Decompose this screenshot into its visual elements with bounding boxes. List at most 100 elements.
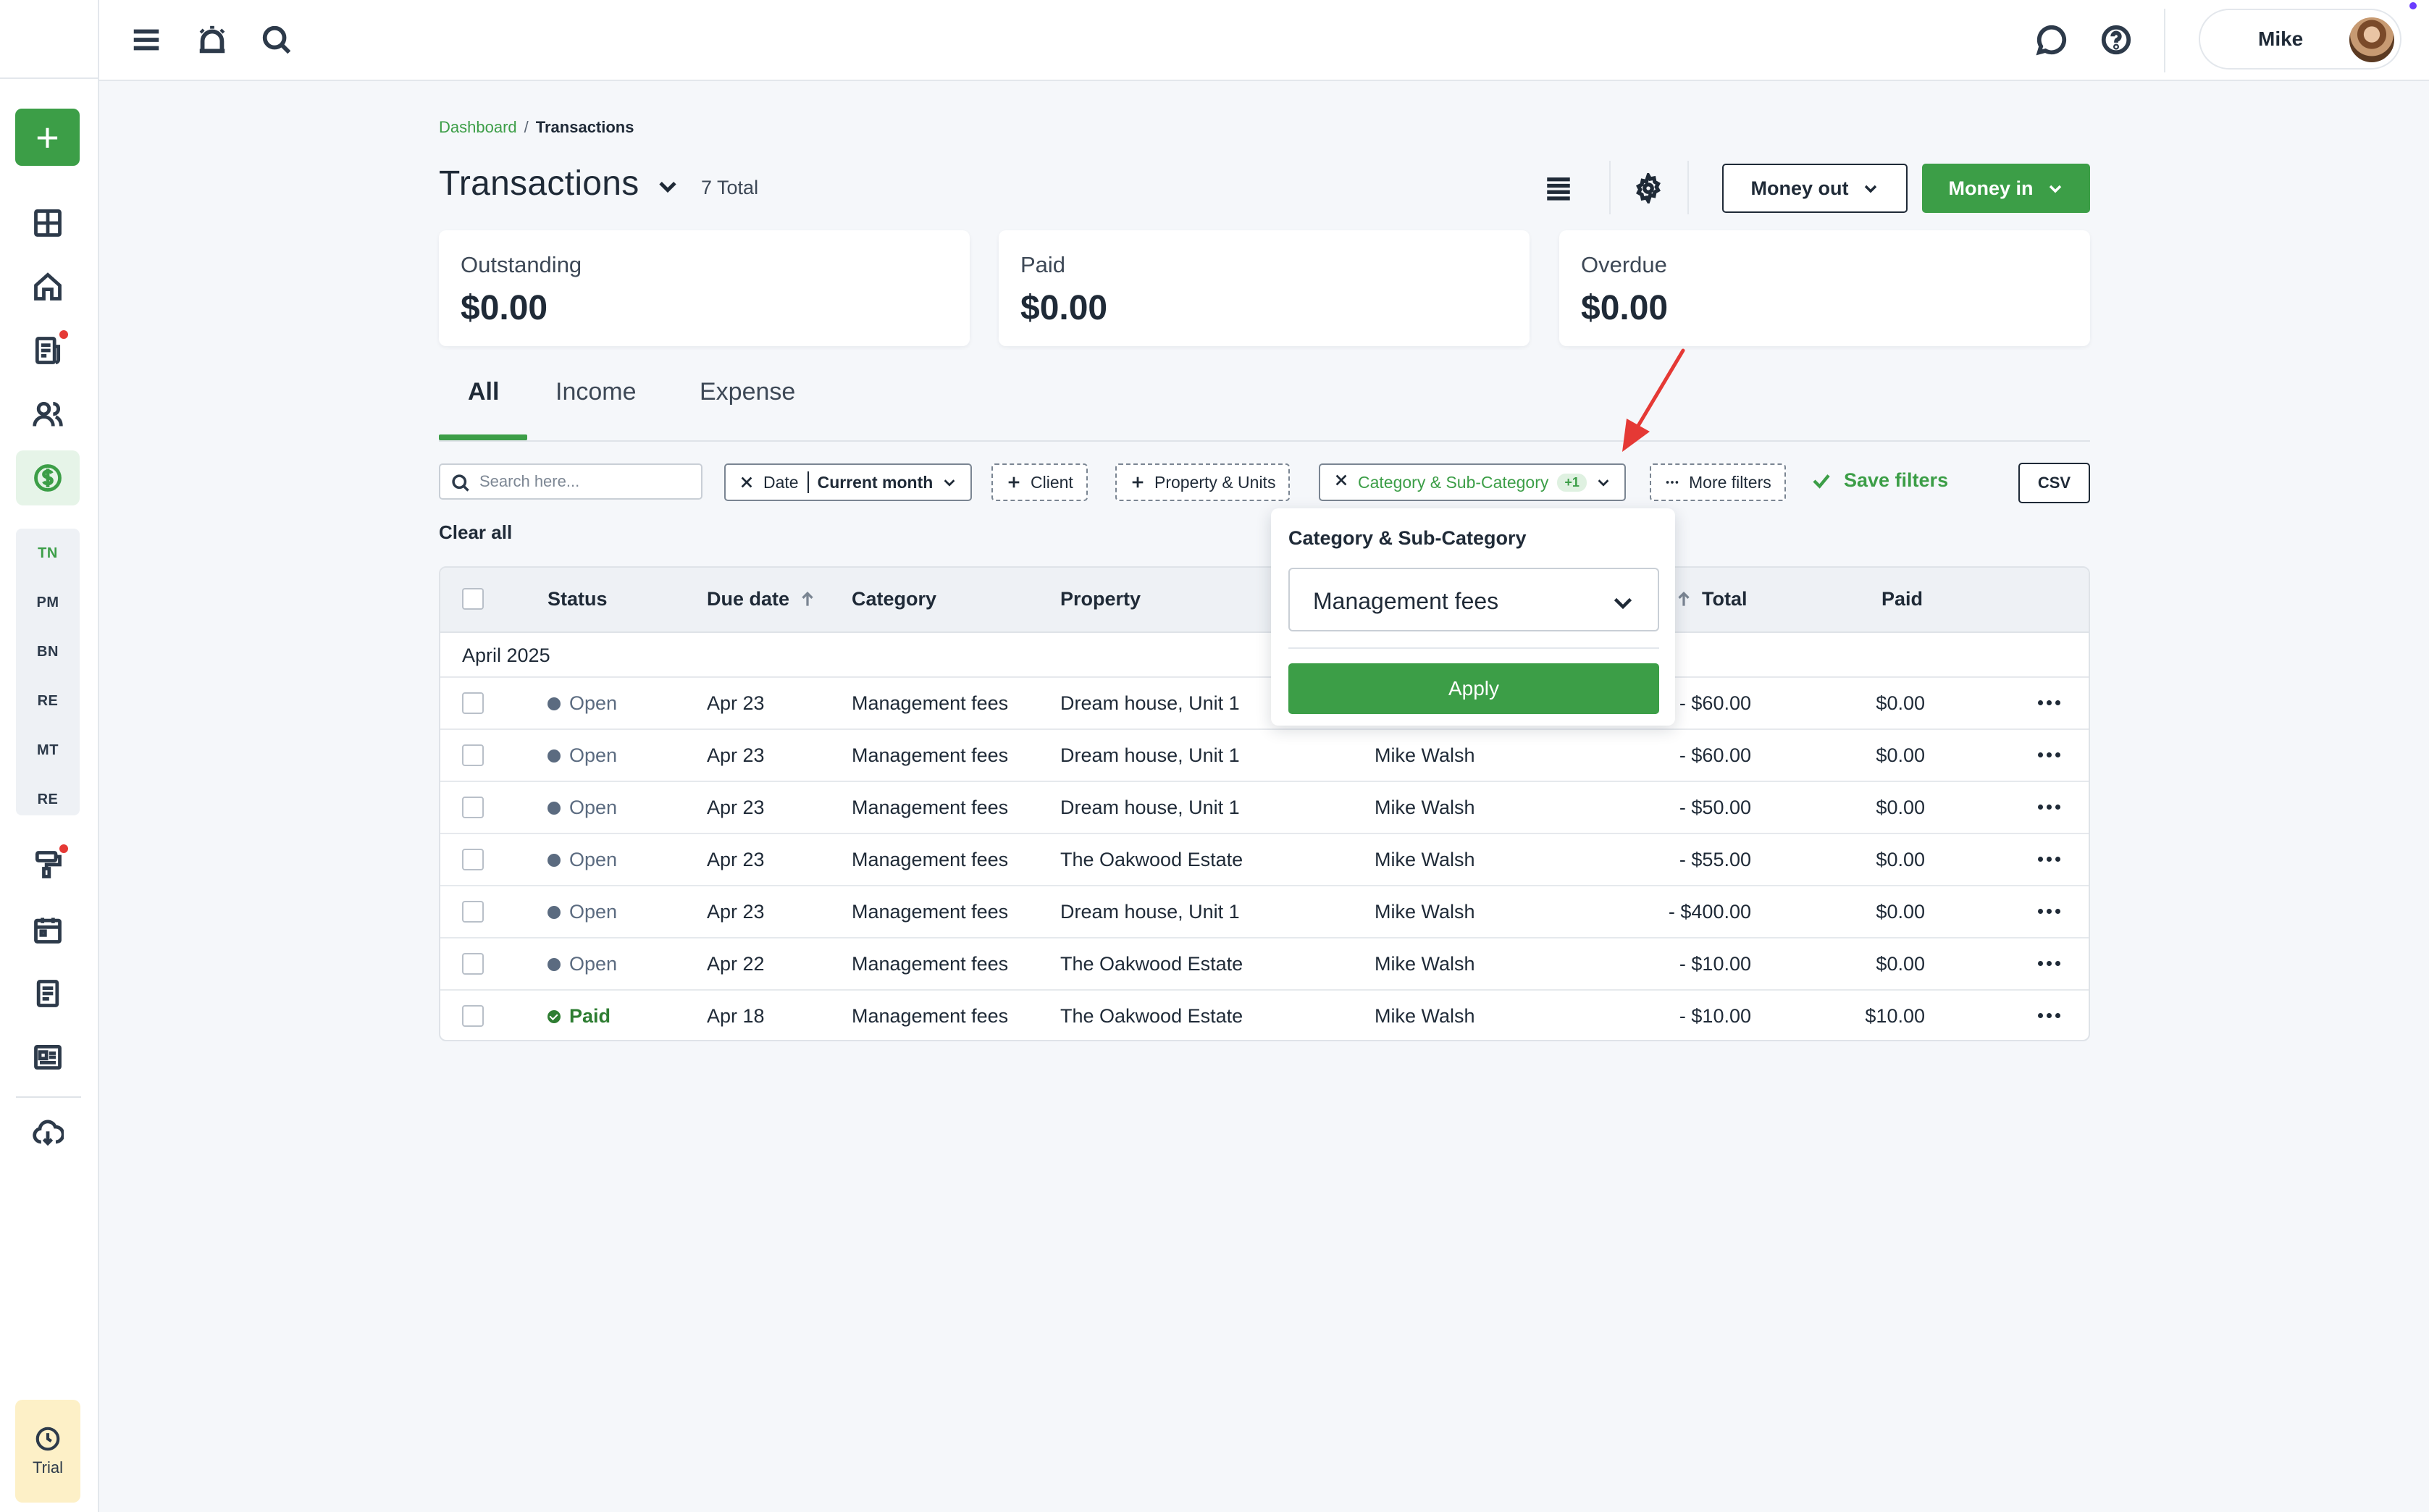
- csv-export-button[interactable]: CSV: [2018, 463, 2090, 503]
- money-in-label: Money in: [1948, 177, 2034, 199]
- close-icon[interactable]: [1333, 472, 1349, 488]
- select-all-checkbox[interactable]: [462, 588, 484, 610]
- people-icon[interactable]: [26, 392, 70, 436]
- property-filter-chip[interactable]: Property & Units: [1115, 463, 1291, 501]
- apply-button[interactable]: Apply: [1288, 663, 1659, 714]
- category-cell: Management fees: [852, 1005, 1009, 1027]
- row-checkbox[interactable]: [462, 692, 484, 714]
- help-icon[interactable]: [2094, 17, 2139, 62]
- column-status[interactable]: Status: [548, 588, 608, 610]
- settings-gear-icon[interactable]: [1627, 167, 1670, 210]
- menu-icon[interactable]: [124, 17, 169, 62]
- row-checkbox[interactable]: [462, 953, 484, 975]
- status-badge: Open: [548, 692, 617, 715]
- category-select[interactable]: Management fees: [1288, 568, 1659, 631]
- clear-all-link[interactable]: Clear all: [439, 521, 512, 544]
- column-category[interactable]: Category: [852, 588, 936, 610]
- title-chevron-down-icon[interactable]: [655, 174, 680, 198]
- list-view-icon[interactable]: [1537, 167, 1580, 210]
- tab-expense[interactable]: Expense: [700, 378, 795, 406]
- tab-all[interactable]: All: [468, 378, 499, 406]
- sidebar-sub-item[interactable]: TN: [16, 529, 80, 578]
- money-in-button[interactable]: Money in: [1922, 164, 2090, 213]
- status-badge: Open: [548, 901, 617, 923]
- category-filter-label: Category & Sub-Category: [1358, 472, 1549, 492]
- paid-cell: $0.00: [1876, 849, 1925, 870]
- due-date-cell: Apr 23: [707, 692, 765, 714]
- row-more-actions-icon[interactable]: [2038, 956, 2067, 970]
- property-cell: The Oakwood Estate: [1060, 849, 1243, 870]
- search-icon[interactable]: [254, 17, 299, 62]
- date-filter-chip[interactable]: Date Current month: [724, 463, 973, 501]
- breadcrumb-dashboard[interactable]: Dashboard: [439, 118, 517, 136]
- table-row[interactable]: Open Apr 23 Management fees Dream house, Un…: [440, 730, 2089, 782]
- sidebar-sub-item[interactable]: PM: [16, 578, 80, 627]
- close-icon[interactable]: [739, 474, 755, 490]
- table-row[interactable]: Open Apr 23 Management fees Dream house, Un…: [440, 782, 2089, 834]
- trial-button[interactable]: Trial: [15, 1400, 80, 1503]
- money-out-button[interactable]: Money out: [1722, 164, 1908, 213]
- card-value: $0.00: [461, 289, 548, 327]
- reports-icon[interactable]: [26, 1036, 70, 1079]
- table-row[interactable]: Open Apr 23 Management fees Dream house, Un…: [440, 678, 2089, 730]
- row-checkbox[interactable]: [462, 744, 484, 766]
- row-more-actions-icon[interactable]: [2038, 799, 2067, 814]
- property-cell: Dream house, Unit 1: [1060, 692, 1240, 714]
- user-menu[interactable]: Mike: [2199, 9, 2401, 70]
- chip-divider: [807, 471, 809, 493]
- total-cell: - $60.00: [1679, 744, 1751, 766]
- more-filters-chip[interactable]: More filters: [1650, 463, 1786, 501]
- row-more-actions-icon[interactable]: [2038, 747, 2067, 762]
- table-row[interactable]: Open Apr 22 Management fees The Oakwood Est…: [440, 938, 2089, 991]
- home-icon[interactable]: [26, 265, 70, 308]
- search-input[interactable]: [479, 469, 694, 494]
- header-divider: [1687, 161, 1689, 214]
- category-cell: Management fees: [852, 953, 1009, 975]
- table-row[interactable]: Paid Apr 18 Management fees The Oakwood Est…: [440, 991, 2089, 1040]
- sidebar-sub-item[interactable]: MT: [16, 726, 80, 775]
- client-filter-chip[interactable]: Client: [991, 463, 1088, 501]
- chat-icon[interactable]: [2029, 17, 2074, 62]
- row-checkbox[interactable]: [462, 849, 484, 870]
- sidebar-sub-item[interactable]: RE: [16, 676, 80, 726]
- row-checkbox[interactable]: [462, 1005, 484, 1027]
- category-filter-popover: Category & Sub-Category Management fees …: [1271, 508, 1675, 726]
- column-property[interactable]: Property: [1060, 588, 1141, 610]
- sidebar-divider: [16, 1096, 81, 1098]
- property-cell: The Oakwood Estate: [1060, 953, 1243, 975]
- notifications-icon[interactable]: [190, 17, 235, 62]
- notes-icon[interactable]: [26, 972, 70, 1015]
- row-checkbox[interactable]: [462, 901, 484, 923]
- column-due-date[interactable]: Due date: [707, 588, 817, 610]
- dashboard-icon[interactable]: [26, 201, 70, 245]
- paid-cell: $0.00: [1876, 692, 1925, 714]
- row-more-actions-icon[interactable]: [2038, 1008, 2067, 1022]
- category-count-badge: +1: [1557, 473, 1587, 492]
- row-more-actions-icon[interactable]: [2038, 695, 2067, 710]
- category-filter-chip[interactable]: Category & Sub-Category +1: [1319, 463, 1626, 501]
- column-total[interactable]: Total: [1674, 588, 1748, 610]
- add-button[interactable]: +: [15, 109, 80, 166]
- tab-income[interactable]: Income: [555, 378, 637, 406]
- download-icon[interactable]: [26, 1112, 70, 1156]
- table-row[interactable]: Open Apr 23 Management fees Dream house, Un…: [440, 886, 2089, 938]
- table-row[interactable]: Open Apr 23 Management fees The Oakwood Est…: [440, 834, 2089, 886]
- leases-alert-dot: [59, 330, 68, 339]
- sidebar-sub-item[interactable]: RE: [16, 775, 80, 824]
- property-cell: The Oakwood Estate: [1060, 1005, 1243, 1027]
- row-more-actions-icon[interactable]: [2038, 852, 2067, 866]
- status-badge: Open: [548, 849, 617, 871]
- status-badge: Open: [548, 953, 617, 975]
- row-checkbox[interactable]: [462, 797, 484, 818]
- client-cell: Mike Walsh: [1375, 1005, 1475, 1027]
- save-filters-button[interactable]: Save filters: [1811, 469, 1948, 492]
- accounting-icon[interactable]: [16, 450, 80, 505]
- status-dot-icon: [548, 905, 561, 919]
- property-cell: Dream house, Unit 1: [1060, 797, 1240, 818]
- sidebar-sub-item[interactable]: BN: [16, 627, 80, 676]
- column-paid[interactable]: Paid: [1881, 588, 1923, 610]
- transactions-table: Status Due date Category Property Total …: [439, 566, 2090, 1041]
- row-more-actions-icon[interactable]: [2038, 904, 2067, 918]
- total-cell: - $400.00: [1668, 901, 1751, 923]
- calendar-icon[interactable]: [26, 908, 70, 952]
